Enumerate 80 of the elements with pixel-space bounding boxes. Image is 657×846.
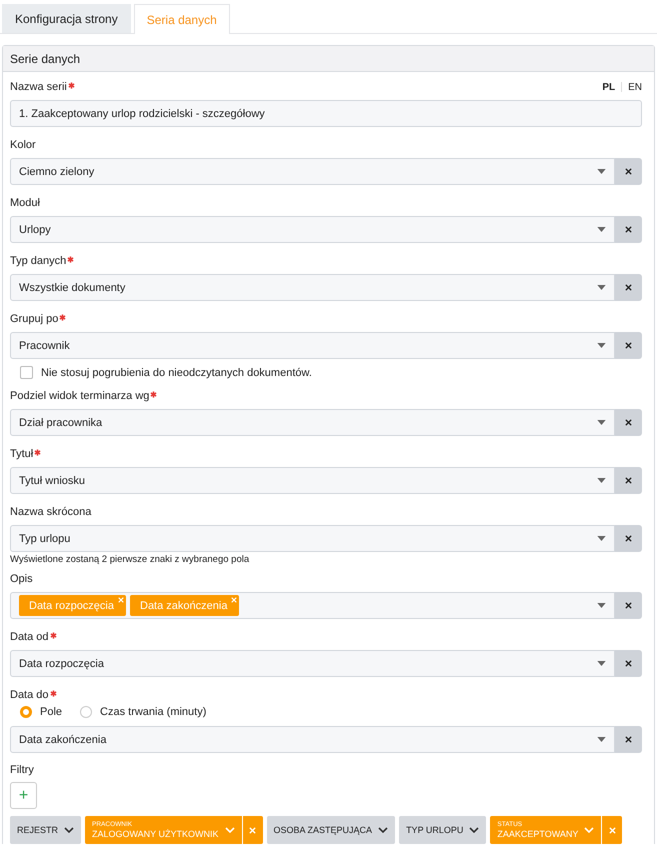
chevron-icon (224, 827, 235, 833)
close-icon (625, 477, 632, 484)
select-field[interactable]: Data zakończenia (10, 726, 615, 753)
caret-icon (597, 169, 606, 174)
tab[interactable]: Konfiguracja strony (2, 4, 131, 33)
radio-button[interactable] (20, 706, 32, 718)
clear-button[interactable] (615, 158, 642, 185)
select-field[interactable]: Pracownik (10, 332, 615, 359)
filter-chip[interactable]: REJESTR (10, 816, 82, 844)
select-field[interactable]: Ciemno zielony (10, 158, 615, 185)
language-switch[interactable]: EN (628, 82, 642, 92)
tag: Data rozpoczęcia (19, 595, 126, 616)
clear-button[interactable] (615, 525, 642, 552)
filter-value: ZAAKCEPTOWANY (497, 829, 578, 839)
field-label: Moduł (10, 197, 40, 209)
chevron-icon (378, 827, 388, 833)
close-icon (625, 168, 632, 175)
hint-text: Wyświetlone zostaną 2 pierwsze znaki z wybranego pola (10, 554, 250, 565)
chevron-icon (584, 827, 594, 833)
caret-icon (597, 420, 606, 425)
clear-button[interactable] (615, 726, 642, 753)
close-icon (625, 342, 632, 349)
caret-icon (597, 603, 606, 608)
radio-label: Pole (40, 706, 62, 718)
field-label: Nazwa serii (10, 81, 67, 93)
field-label: Kolor (10, 139, 36, 151)
checkbox-label: Nie stosuj pogrubienia do nieodczytanych dokumentów. (41, 366, 312, 378)
close-icon (608, 826, 616, 834)
clear-button[interactable] (615, 274, 642, 301)
close-icon (625, 226, 632, 233)
filter-name: OSOBA ZASTĘPUJĄCA (274, 825, 372, 835)
clear-button[interactable] (615, 332, 642, 359)
caret-icon (597, 737, 606, 742)
field-label: Nazwa skrócona (10, 506, 92, 518)
filter-name: TYP URLOPU (406, 825, 464, 835)
field-label: Data do (10, 689, 49, 701)
caret-icon (597, 285, 606, 290)
input-field[interactable]: 1. Zaakceptowany urlop rodzicielski - szczegółowy (10, 100, 642, 127)
select-field[interactable]: Dział pracownika (10, 409, 615, 436)
caret-icon (597, 343, 606, 348)
filter-chip[interactable]: OSOBA ZASTĘPUJĄCA (266, 816, 396, 844)
clear-button[interactable] (615, 467, 642, 494)
radio-label: Czas trwania (minuty) (100, 706, 206, 718)
close-icon (625, 602, 632, 609)
caret-icon (597, 227, 606, 232)
checkbox[interactable] (20, 366, 33, 379)
close-icon (625, 535, 632, 542)
close-icon (249, 826, 256, 834)
caret-icon (597, 478, 606, 483)
select-field[interactable]: Typ urlopu (10, 525, 615, 552)
close-icon (625, 736, 632, 743)
language-switch[interactable]: PL (602, 82, 616, 92)
clear-button[interactable] (615, 216, 642, 243)
field-label: Filtry (10, 764, 35, 776)
select-field[interactable]: Wszystkie dokumenty (10, 274, 615, 301)
clear-button[interactable] (615, 592, 642, 619)
filter-name: REJESTR (17, 825, 58, 835)
filter-chip[interactable]: TYP URLOPU (399, 816, 486, 844)
field-label: Opis (10, 573, 33, 585)
chevron-icon (469, 827, 480, 833)
tag: Data zakończenia (130, 595, 240, 616)
caret-icon (597, 536, 606, 541)
field-label: Data od (10, 631, 49, 643)
clear-button[interactable] (615, 409, 642, 436)
clear-button[interactable] (615, 650, 642, 677)
close-icon (625, 660, 632, 667)
field-label: Typ danych (10, 255, 66, 267)
select-field[interactable]: Data rozpoczęcia (10, 650, 615, 677)
caret-icon (597, 661, 606, 666)
select-field[interactable]: Tytuł wniosku (10, 467, 615, 494)
chevron-icon (64, 827, 74, 833)
panel-title: Serie danych (10, 52, 80, 66)
select-field[interactable]: Urlopy (10, 216, 615, 243)
field-label: Tytuł (10, 448, 34, 460)
radio-button[interactable] (80, 706, 92, 718)
field-label: Podziel widok terminarza wg (10, 390, 150, 402)
field-label: Grupuj po (10, 313, 58, 325)
filter-value: ZALOGOWANY UŻYTKOWNIK (92, 829, 219, 839)
close-icon (625, 284, 632, 291)
close-icon (625, 419, 632, 426)
